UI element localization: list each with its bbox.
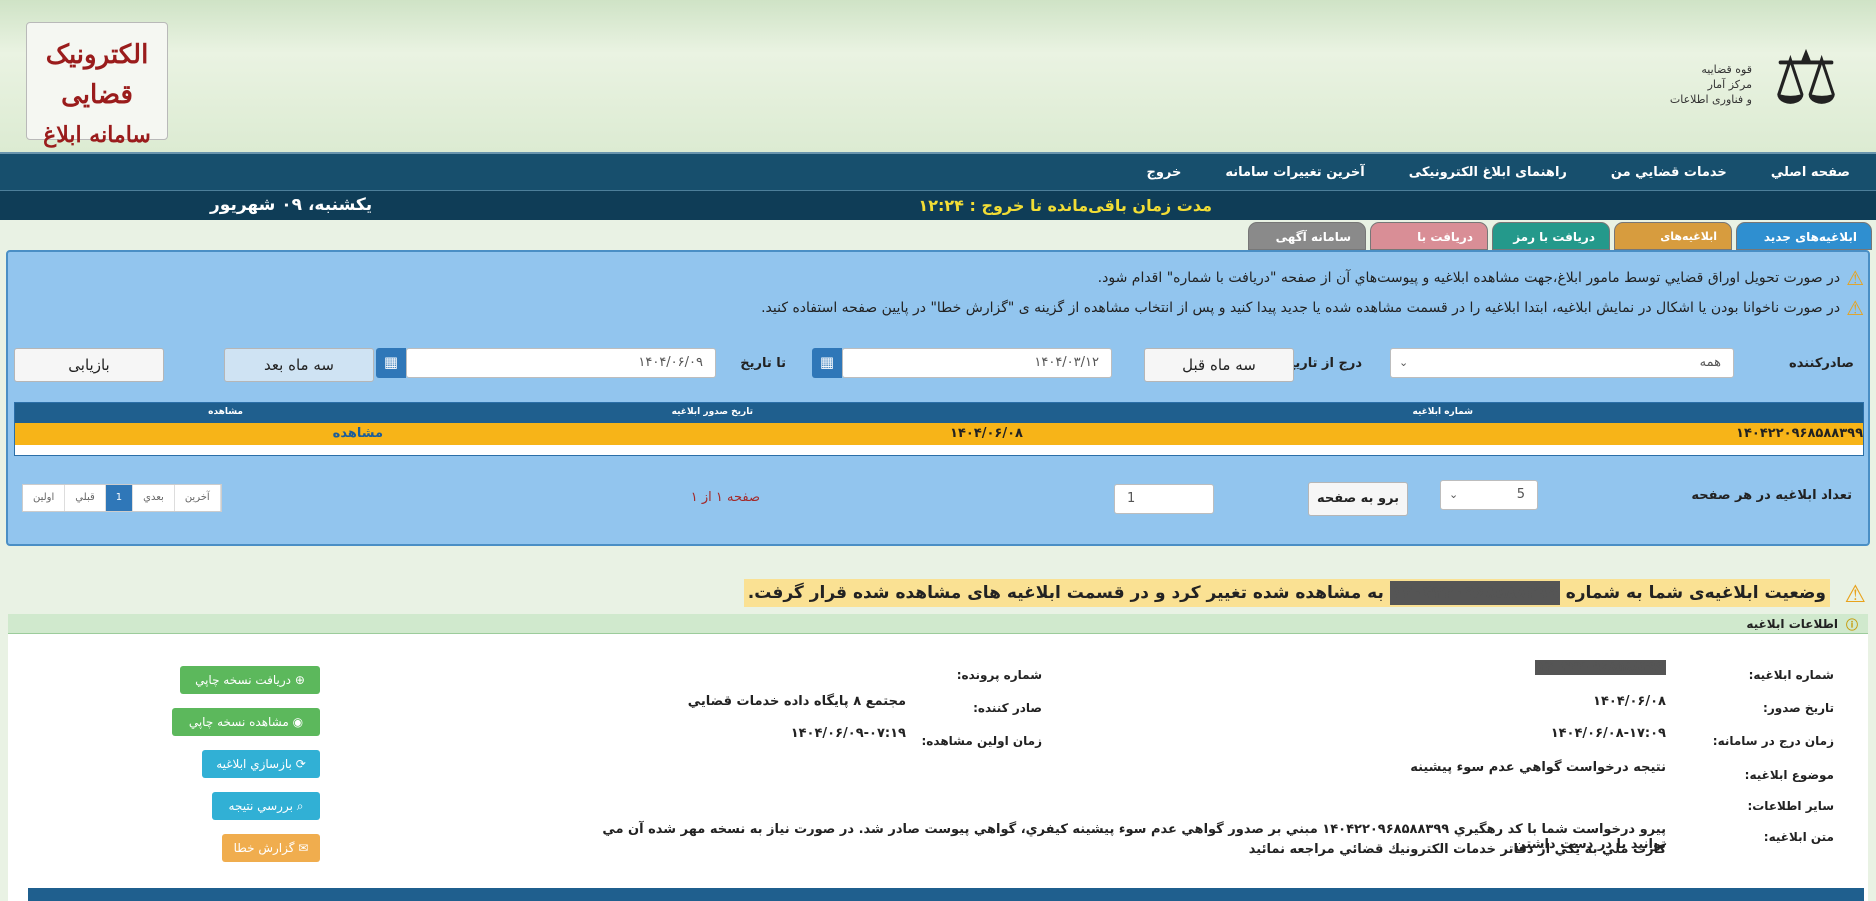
value-subject: نتيجه درخواست گواهي عدم سوء پيشينه [1410,760,1666,775]
row-number: ۱۴۰۴۲۲۰۹۶۸۵۸۸۳۹۹ [1736,426,1863,441]
nav-logout[interactable]: خروج [1146,165,1181,180]
tab-new[interactable]: ابلاغيه‌های جديد [1736,222,1872,250]
status-notice: وضعيت ابلاغيه‌ی شما به شماره ۱۴۰۴۲۲۰۹۶۸۵… [743,579,1830,607]
from-date-input[interactable]: ۱۴۰۴/۰۳/۱۲ [842,348,1112,378]
page-next[interactable]: بعدي [133,485,175,511]
bullhorn-icon: ✉ [298,841,309,855]
value-insert-time: ۱۴۰۴/۰۶/۰۸-۱۷:۰۹ [1550,726,1666,741]
rebuild-button[interactable]: ⟳ بازسازي ابلاغيه [202,750,320,778]
value-issue-date: ۱۴۰۴/۰۶/۰۸ [1593,694,1666,709]
value-number: ۱۴۰۴۲۲۰۹۶۸۵۸۸۳۹۹ [1535,660,1666,675]
warning-2: ⚠ در صورت ناخوانا بودن يا اشكال در نمايش… [761,296,1864,320]
label-case-number: شماره پرونده: [956,668,1042,682]
three-months-after-button[interactable]: سه ماه بعد [224,348,374,382]
info-panel: شماره ابلاغيه: تاريخ صدور: زمان درج در س… [8,634,1868,901]
attachments-table-header [28,888,1864,901]
three-months-before-button[interactable]: سه ماه قبل [1144,348,1294,382]
page-last[interactable]: آخرين [175,485,221,511]
search-icon: ⌕ [296,799,304,813]
view-link[interactable]: مشاهده [333,426,383,441]
to-date-label: تا تاریخ [740,356,786,371]
label-subject: موضوع ابلاغيه: [1744,768,1834,782]
page-number-input[interactable]: 1 [1114,484,1214,514]
session-timer: مدت زمان باقی‌مانده تا خروج : ۱۲:۲۴ [918,196,1212,215]
tab-viewed[interactable]: ابلاغيه‌های مشاهده شده [1614,222,1732,271]
page-header: ⚖ قوه قضاییه مرکز آمار و فناوری اطلاعات … [0,0,1876,152]
issuer-label: صادرکننده [1789,356,1854,371]
info-icon: ⓘ [1845,618,1858,632]
calendar-icon[interactable]: ▦ [376,348,406,378]
search-panel: ⚠ در صورت تحويل اوراق قضايي توسط مامور ا… [6,250,1870,546]
download-print-button[interactable]: ⊕ دريافت نسخه چاپي [180,666,320,694]
issuer-select[interactable]: همه ⌄ [1390,348,1734,378]
col-view: مشاهده [208,407,243,417]
refresh-icon: ⟳ [295,757,306,771]
error-report-button[interactable]: ✉ گزارش خطا [222,834,320,862]
label-number: شماره ابلاغيه: [1748,668,1834,682]
emblem-text: قوه قضاییه مرکز آمار و فناوری اطلاعات [1669,63,1752,106]
warning-icon: ⚠ [1844,580,1866,608]
nav-changelog[interactable]: آخرين تغييرات سامانه [1225,165,1364,180]
judiciary-emblem: ⚖ قوه قضاییه مرکز آمار و فناوری اطلاعات [1656,28,1856,128]
check-result-button[interactable]: ⌕ بررسي نتيجه [212,792,320,820]
per-page-label: تعداد ابلاغيه در هر صفحه [1691,488,1852,503]
status-bar: مدت زمان باقی‌مانده تا خروج : ۱۲:۲۴ يکشن… [0,190,1876,220]
label-issuer: صادر كننده: [973,701,1042,715]
col-number: شماره ابلاغيه [1412,407,1473,417]
search-button[interactable]: بازیابی [14,348,164,382]
label-text: متن ابلاغيه: [1763,830,1834,844]
go-to-page-button[interactable]: برو به صفحه [1308,482,1408,516]
label-issue-date: تاريخ صدور: [1763,701,1834,715]
page-prev[interactable]: قبلي [65,485,106,511]
value-first-view: ۱۴۰۴/۰۶/۰۹-۰۷:۱۹ [790,726,906,741]
warning-1: ⚠ در صورت تحويل اوراق قضايي توسط مامور ا… [1097,266,1864,290]
chevron-down-icon: ⌄ [1449,488,1459,501]
eye-icon: ◉ [292,715,304,729]
system-logo: الکترونیک قضایی سامانه ابلاغ [26,22,168,148]
warning-icon: ⚠ [1846,266,1864,290]
value-issuer: مجتمع ۸ پايگاه داده خدمات قضايي [687,694,906,709]
nav-home[interactable]: صفحه اصلي [1771,165,1850,180]
main-nav: صفحه اصلي خدمات قضايي من راهنمای ابلاغ ا… [0,152,1876,190]
tab-ads[interactable]: سامانه آگهی [1248,222,1366,250]
tab-by-number[interactable]: دريافت با شماره [1370,222,1488,272]
table-header: شماره ابلاغيه تاريخ صدور ابلاغيه مشاهده [15,403,1863,423]
page-first[interactable]: اولين [23,485,66,511]
value-text-line2: كارت ملي به يكي از دفاتر خدمات الكترونيك… [1248,842,1666,857]
current-date: يکشنبه، ۰۹ شهريور [210,195,373,215]
timer-value: ۱۲:۲۴ [918,196,964,215]
info-header: ⓘ اطلاعات ابلاغيه [8,614,1868,634]
page-1[interactable]: 1 [105,485,134,511]
calendar-icon[interactable]: ▦ [812,348,842,378]
row-date: ۱۴۰۴/۰۶/۰۸ [950,426,1023,441]
warning-icon: ⚠ [1846,296,1864,320]
masked-number: ۱۴۰۴۲۲۰۹۶۸۵۸۸۳۹۹ [1389,581,1560,605]
view-print-button[interactable]: ◉ مشاهده نسخه چاپي [172,708,320,736]
notices-table: شماره ابلاغيه تاريخ صدور ابلاغيه مشاهده … [14,402,1864,456]
table-row[interactable]: ۱۴۰۴۲۲۰۹۶۸۵۸۸۳۹۹ ۱۴۰۴/۰۶/۰۸ مشاهده [15,423,1863,445]
tab-bar: ابلاغيه‌های جديد ابلاغيه‌های مشاهده شده … [1244,220,1872,272]
per-page-select[interactable]: 5 ⌄ [1440,480,1538,510]
chevron-down-icon: ⌄ [1399,356,1409,369]
from-date-label: درج از تاریخ [1285,356,1362,371]
nav-my-services[interactable]: خدمات قضايي من [1611,165,1727,180]
tab-by-code[interactable]: دريافت با رمز [1492,222,1610,250]
label-insert-time: زمان درج در سامانه: [1712,734,1834,748]
label-other: ساير اطلاعات: [1747,799,1834,813]
page-info: صفحه ۱ از ۱ [690,490,760,505]
col-date: تاريخ صدور ابلاغيه [671,407,753,417]
pagination: اولين قبلي 1 بعدي آخرين [22,484,222,512]
to-date-input[interactable]: ۱۴۰۴/۰۶/۰۹ [406,348,716,378]
scales-icon: ⚖ [1772,35,1840,121]
label-first-view: زمان اولين مشاهده: [921,734,1043,748]
nav-guide[interactable]: راهنمای ابلاغ الکترونيکی [1409,165,1567,180]
download-icon: ⊕ [294,673,305,687]
